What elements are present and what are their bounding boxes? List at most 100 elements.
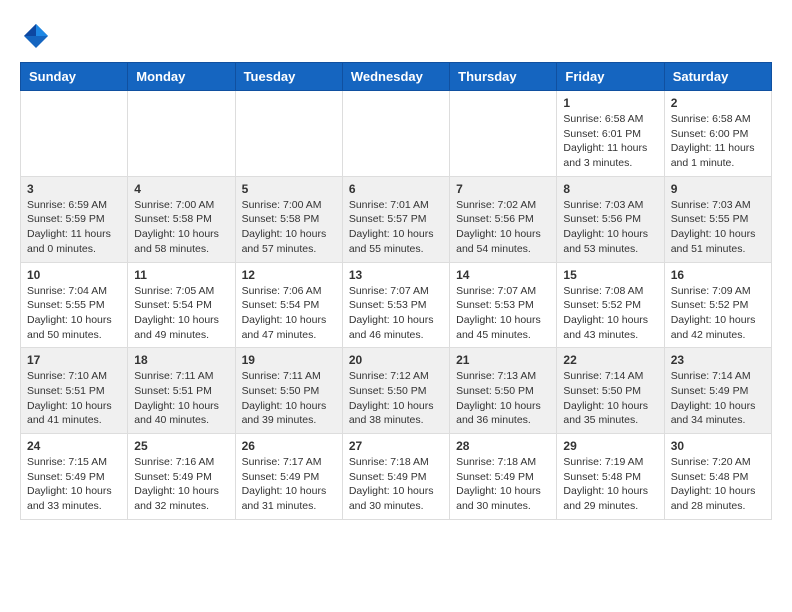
day-number: 7: [456, 182, 550, 196]
calendar-day-cell: 24 Sunrise: 7:15 AM Sunset: 5:49 PM Dayli…: [21, 434, 128, 520]
calendar-day-cell: 7 Sunrise: 7:02 AM Sunset: 5:56 PM Daylig…: [450, 176, 557, 262]
day-number: 24: [27, 439, 121, 453]
calendar-day-cell: 29 Sunrise: 7:19 AM Sunset: 5:48 PM Dayli…: [557, 434, 664, 520]
calendar-week-row: 24 Sunrise: 7:15 AM Sunset: 5:49 PM Dayli…: [21, 434, 772, 520]
day-number: 3: [27, 182, 121, 196]
day-info: Sunrise: 7:15 AM Sunset: 5:49 PM Dayligh…: [27, 455, 121, 514]
calendar-day-cell: 12Sunrise: 7:06 AM Sunset: 5:54 PM Dayli…: [235, 262, 342, 348]
calendar-day-cell: 27 Sunrise: 7:18 AM Sunset: 5:49 PM Dayli…: [342, 434, 449, 520]
logo-icon: [20, 20, 52, 52]
day-info: Sunrise: 7:13 AM Sunset: 5:50 PM Dayligh…: [456, 369, 550, 428]
page-header: [20, 20, 772, 52]
weekday-header-sunday: Sunday: [21, 63, 128, 91]
day-info: Sunrise: 7:18 AM Sunset: 5:49 PM Dayligh…: [349, 455, 443, 514]
day-number: 28: [456, 439, 550, 453]
day-number: 22: [563, 353, 657, 367]
day-number: 13: [349, 268, 443, 282]
day-number: 14: [456, 268, 550, 282]
calendar-day-cell: 8 Sunrise: 7:03 AM Sunset: 5:56 PM Daylig…: [557, 176, 664, 262]
day-number: 11: [134, 268, 228, 282]
weekday-header-friday: Friday: [557, 63, 664, 91]
weekday-header-tuesday: Tuesday: [235, 63, 342, 91]
weekday-header-saturday: Saturday: [664, 63, 771, 91]
calendar-week-row: 17Sunrise: 7:10 AM Sunset: 5:51 PM Dayli…: [21, 348, 772, 434]
weekday-header-wednesday: Wednesday: [342, 63, 449, 91]
calendar-day-cell: 18Sunrise: 7:11 AM Sunset: 5:51 PM Dayli…: [128, 348, 235, 434]
calendar-day-cell: 13 Sunrise: 7:07 AM Sunset: 5:53 PM Dayli…: [342, 262, 449, 348]
day-info: Sunrise: 7:14 AM Sunset: 5:50 PM Dayligh…: [563, 369, 657, 428]
day-info: Sunrise: 6:58 AM Sunset: 6:01 PM Dayligh…: [563, 112, 657, 171]
day-number: 25: [134, 439, 228, 453]
day-info: Sunrise: 6:58 AM Sunset: 6:00 PM Dayligh…: [671, 112, 765, 171]
calendar-day-cell: 15 Sunrise: 7:08 AM Sunset: 5:52 PM Dayli…: [557, 262, 664, 348]
calendar-day-cell: 26Sunrise: 7:17 AM Sunset: 5:49 PM Dayli…: [235, 434, 342, 520]
day-number: 15: [563, 268, 657, 282]
calendar-day-cell: 5Sunrise: 7:00 AM Sunset: 5:58 PM Daylig…: [235, 176, 342, 262]
calendar-day-cell: 21 Sunrise: 7:13 AM Sunset: 5:50 PM Dayli…: [450, 348, 557, 434]
calendar-day-cell: 19 Sunrise: 7:11 AM Sunset: 5:50 PM Dayli…: [235, 348, 342, 434]
day-number: 6: [349, 182, 443, 196]
calendar-day-cell: [21, 91, 128, 177]
calendar-day-cell: 20Sunrise: 7:12 AM Sunset: 5:50 PM Dayli…: [342, 348, 449, 434]
calendar-day-cell: 3 Sunrise: 6:59 AM Sunset: 5:59 PM Daylig…: [21, 176, 128, 262]
day-number: 30: [671, 439, 765, 453]
calendar-day-cell: 11 Sunrise: 7:05 AM Sunset: 5:54 PM Dayli…: [128, 262, 235, 348]
day-number: 19: [242, 353, 336, 367]
day-number: 10: [27, 268, 121, 282]
day-info: Sunrise: 7:14 AM Sunset: 5:49 PM Dayligh…: [671, 369, 765, 428]
day-info: Sunrise: 7:11 AM Sunset: 5:51 PM Dayligh…: [134, 369, 228, 428]
day-number: 29: [563, 439, 657, 453]
calendar-day-cell: 14 Sunrise: 7:07 AM Sunset: 5:53 PM Dayli…: [450, 262, 557, 348]
day-info: Sunrise: 7:09 AM Sunset: 5:52 PM Dayligh…: [671, 284, 765, 343]
day-number: 2: [671, 96, 765, 110]
calendar-day-cell: 6Sunrise: 7:01 AM Sunset: 5:57 PM Daylig…: [342, 176, 449, 262]
day-number: 27: [349, 439, 443, 453]
day-info: Sunrise: 7:12 AM Sunset: 5:50 PM Dayligh…: [349, 369, 443, 428]
day-info: Sunrise: 7:05 AM Sunset: 5:54 PM Dayligh…: [134, 284, 228, 343]
day-number: 26: [242, 439, 336, 453]
calendar-week-row: 10 Sunrise: 7:04 AM Sunset: 5:55 PM Dayli…: [21, 262, 772, 348]
calendar-day-cell: 9 Sunrise: 7:03 AM Sunset: 5:55 PM Daylig…: [664, 176, 771, 262]
day-info: Sunrise: 7:06 AM Sunset: 5:54 PM Dayligh…: [242, 284, 336, 343]
day-number: 9: [671, 182, 765, 196]
logo: [20, 20, 58, 52]
calendar-table: SundayMondayTuesdayWednesdayThursdayFrid…: [20, 62, 772, 520]
weekday-header-row: SundayMondayTuesdayWednesdayThursdayFrid…: [21, 63, 772, 91]
day-info: Sunrise: 7:16 AM Sunset: 5:49 PM Dayligh…: [134, 455, 228, 514]
day-number: 16: [671, 268, 765, 282]
day-info: Sunrise: 7:02 AM Sunset: 5:56 PM Dayligh…: [456, 198, 550, 257]
calendar-day-cell: 4 Sunrise: 7:00 AM Sunset: 5:58 PM Daylig…: [128, 176, 235, 262]
day-info: Sunrise: 7:19 AM Sunset: 5:48 PM Dayligh…: [563, 455, 657, 514]
calendar-day-cell: 23 Sunrise: 7:14 AM Sunset: 5:49 PM Dayli…: [664, 348, 771, 434]
calendar-week-row: 1 Sunrise: 6:58 AM Sunset: 6:01 PM Daylig…: [21, 91, 772, 177]
day-info: Sunrise: 7:00 AM Sunset: 5:58 PM Dayligh…: [242, 198, 336, 257]
day-info: Sunrise: 7:03 AM Sunset: 5:56 PM Dayligh…: [563, 198, 657, 257]
day-info: Sunrise: 7:03 AM Sunset: 5:55 PM Dayligh…: [671, 198, 765, 257]
calendar-day-cell: 25 Sunrise: 7:16 AM Sunset: 5:49 PM Dayli…: [128, 434, 235, 520]
day-info: Sunrise: 7:20 AM Sunset: 5:48 PM Dayligh…: [671, 455, 765, 514]
day-number: 21: [456, 353, 550, 367]
calendar-week-row: 3 Sunrise: 6:59 AM Sunset: 5:59 PM Daylig…: [21, 176, 772, 262]
day-number: 23: [671, 353, 765, 367]
calendar-day-cell: [450, 91, 557, 177]
day-number: 1: [563, 96, 657, 110]
day-info: Sunrise: 7:11 AM Sunset: 5:50 PM Dayligh…: [242, 369, 336, 428]
day-info: Sunrise: 7:18 AM Sunset: 5:49 PM Dayligh…: [456, 455, 550, 514]
day-number: 4: [134, 182, 228, 196]
calendar-day-cell: [342, 91, 449, 177]
day-info: Sunrise: 7:00 AM Sunset: 5:58 PM Dayligh…: [134, 198, 228, 257]
calendar-day-cell: [128, 91, 235, 177]
calendar-day-cell: 1 Sunrise: 6:58 AM Sunset: 6:01 PM Daylig…: [557, 91, 664, 177]
day-info: Sunrise: 7:07 AM Sunset: 5:53 PM Dayligh…: [349, 284, 443, 343]
day-info: Sunrise: 6:59 AM Sunset: 5:59 PM Dayligh…: [27, 198, 121, 257]
weekday-header-thursday: Thursday: [450, 63, 557, 91]
day-number: 17: [27, 353, 121, 367]
calendar-day-cell: 22 Sunrise: 7:14 AM Sunset: 5:50 PM Dayli…: [557, 348, 664, 434]
calendar-day-cell: 28 Sunrise: 7:18 AM Sunset: 5:49 PM Dayli…: [450, 434, 557, 520]
day-info: Sunrise: 7:08 AM Sunset: 5:52 PM Dayligh…: [563, 284, 657, 343]
calendar-day-cell: 17Sunrise: 7:10 AM Sunset: 5:51 PM Dayli…: [21, 348, 128, 434]
day-info: Sunrise: 7:04 AM Sunset: 5:55 PM Dayligh…: [27, 284, 121, 343]
calendar-day-cell: 2 Sunrise: 6:58 AM Sunset: 6:00 PM Daylig…: [664, 91, 771, 177]
day-info: Sunrise: 7:07 AM Sunset: 5:53 PM Dayligh…: [456, 284, 550, 343]
day-number: 8: [563, 182, 657, 196]
